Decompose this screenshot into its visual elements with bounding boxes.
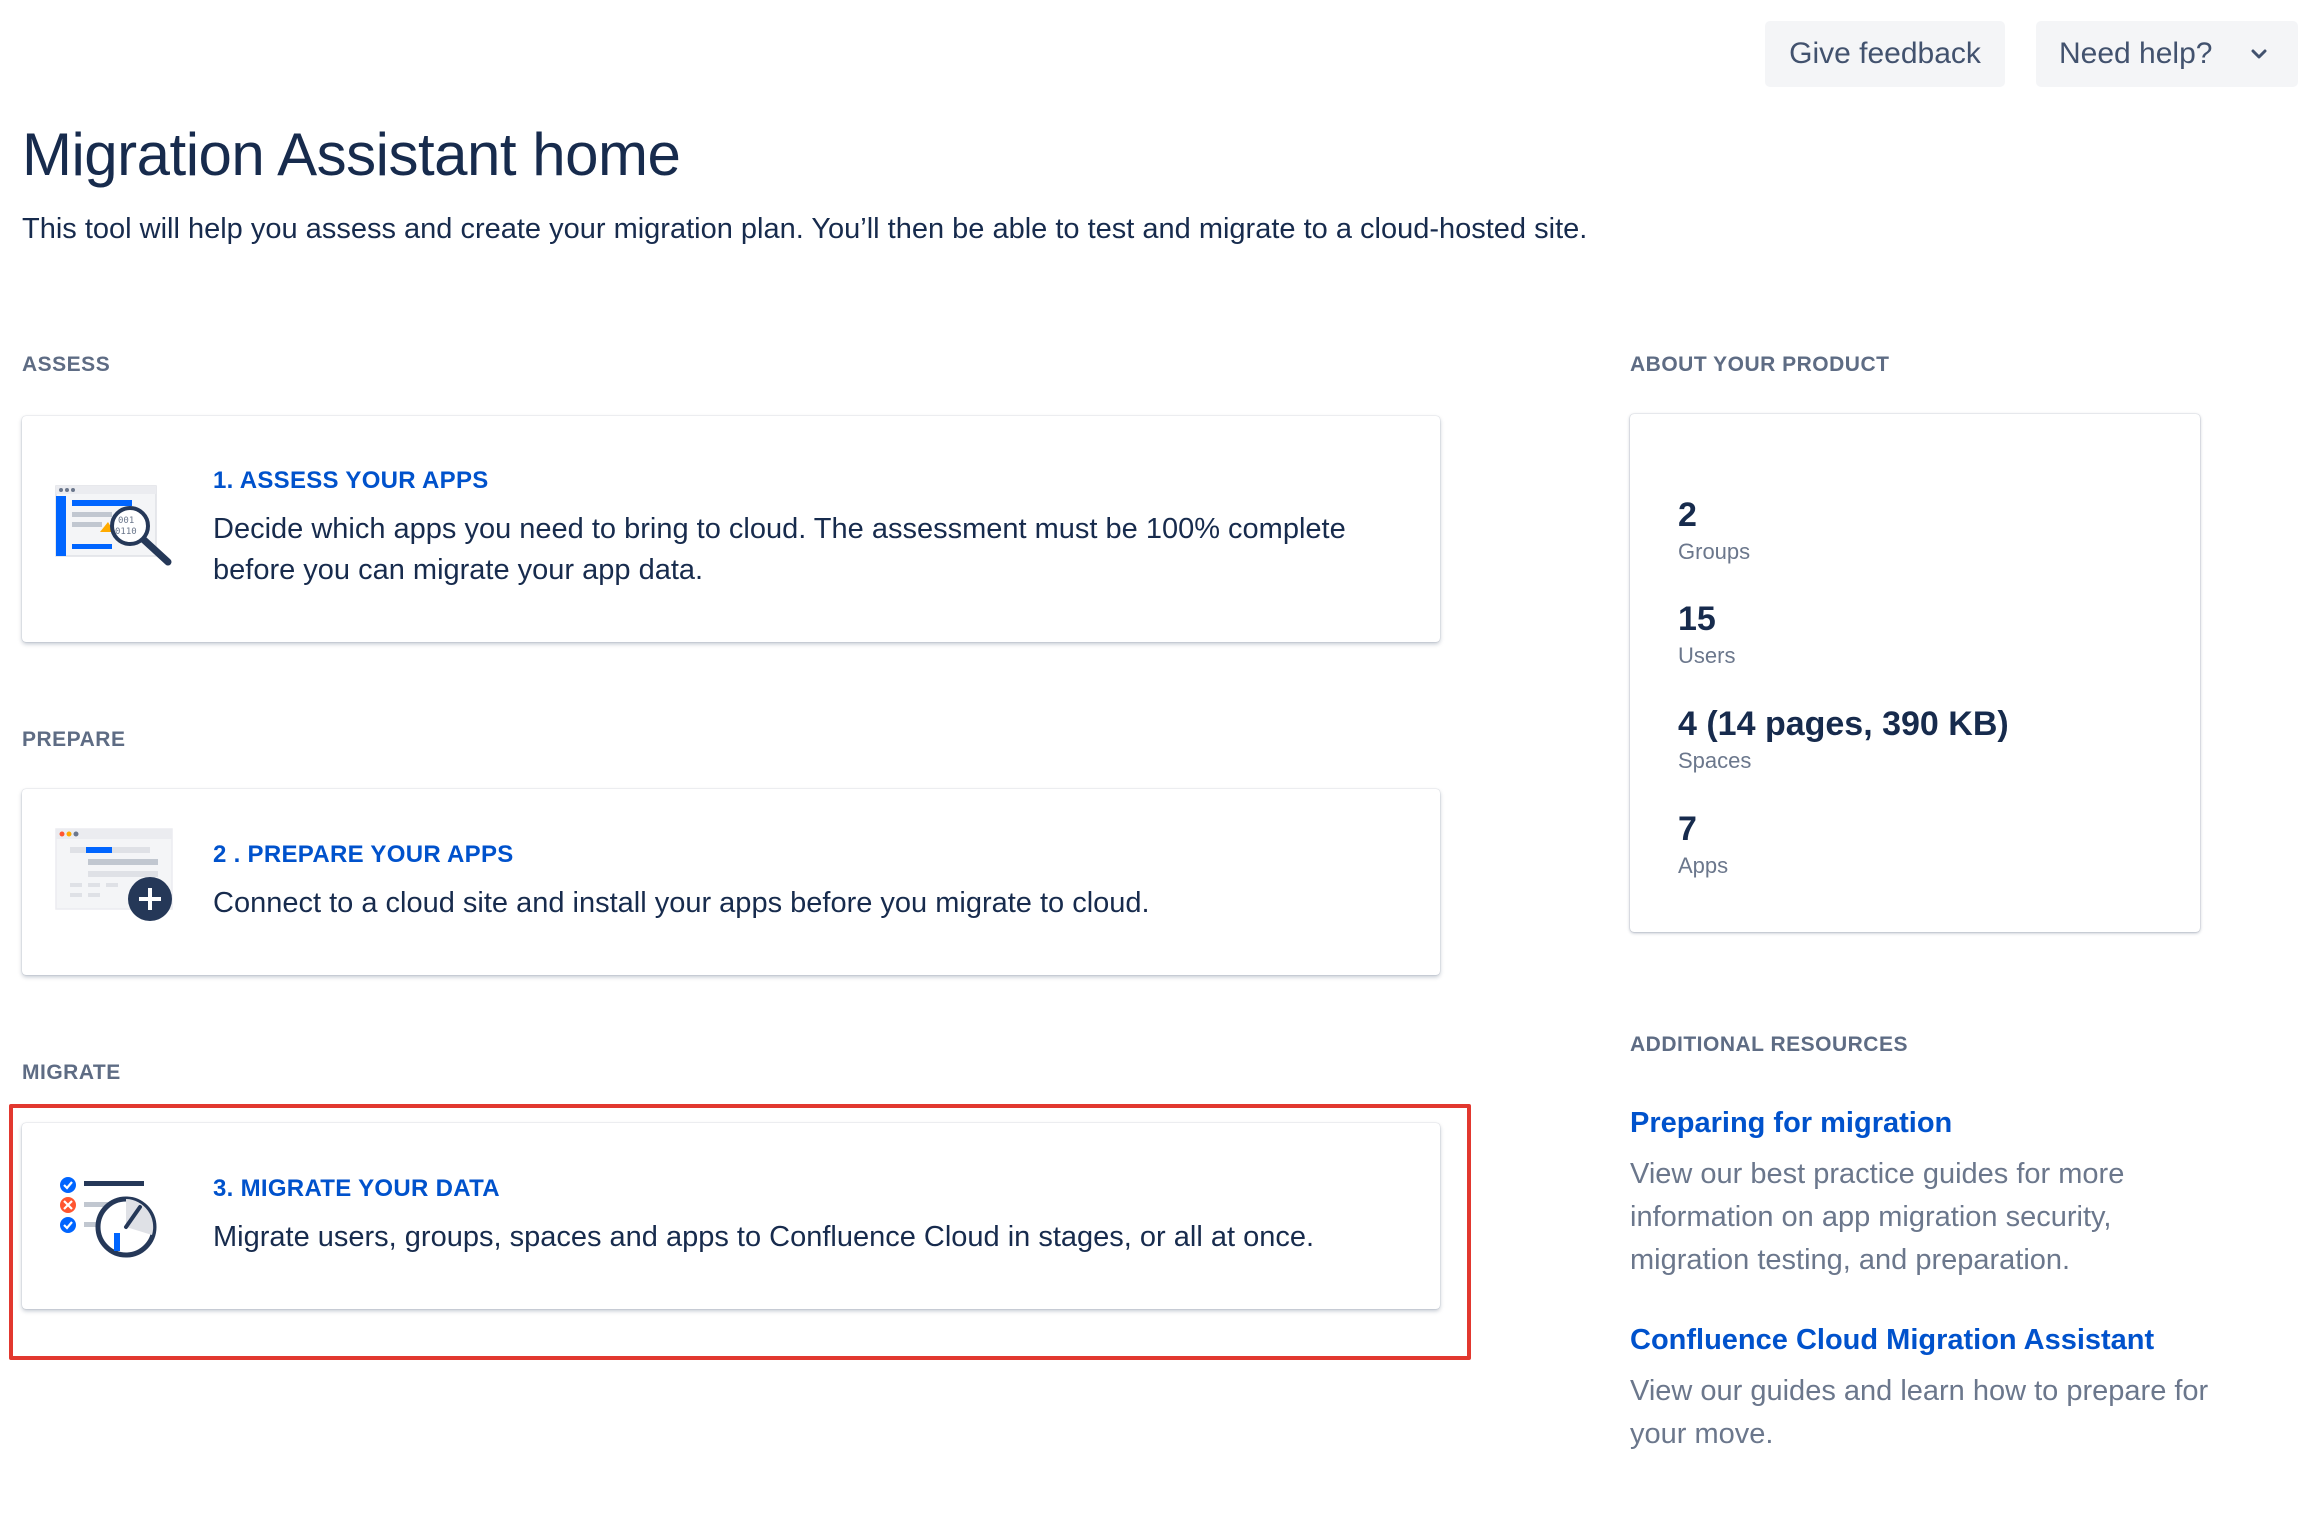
stat-value: 4 (14 pages, 390 KB) — [1678, 705, 2009, 743]
prepare-apps-illustration — [52, 825, 182, 930]
assess-apps-illustration: 001 0110 — [52, 482, 182, 577]
prepare-apps-card[interactable]: 2 . PREPARE YOUR APPS Connect to a cloud… — [22, 789, 1440, 975]
assess-apps-card-title[interactable]: 1. ASSESS YOUR APPS — [213, 467, 489, 495]
need-help-button[interactable]: Need help? — [2036, 21, 2298, 87]
svg-text:0110: 0110 — [115, 527, 137, 537]
additional-resources-label: ADDITIONAL RESOURCES — [1630, 1033, 1908, 1056]
stat-users: 15 Users — [1678, 600, 1735, 669]
give-feedback-button[interactable]: Give feedback — [1765, 21, 2005, 87]
migrate-data-card-title[interactable]: 3. MIGRATE YOUR DATA — [213, 1175, 500, 1203]
assess-apps-card-text: Decide which apps you need to bring to c… — [213, 513, 1346, 586]
cloud-migration-assistant-description: View our guides and learn how to prepare… — [1630, 1375, 2209, 1450]
migrate-section-label: MIGRATE — [22, 1061, 121, 1084]
migrate-data-illustration — [52, 1175, 162, 1270]
stat-value: 2 — [1678, 496, 1697, 534]
migrate-data-card[interactable]: 3. MIGRATE YOUR DATA Migrate users, grou… — [22, 1123, 1440, 1309]
preparing-for-migration-description: View our best practice guides for more i… — [1630, 1158, 2125, 1276]
assess-apps-card[interactable]: 001 0110 1. ASSESS YOUR APPS Decide whic… — [22, 416, 1440, 642]
need-help-label: Need help? — [2059, 37, 2213, 70]
top-actions: Give feedback Need help? — [1765, 21, 2298, 87]
chevron-down-icon — [2248, 43, 2270, 65]
cloud-migration-assistant-link[interactable]: Confluence Cloud Migration Assistant — [1630, 1324, 2154, 1357]
prepare-section-label: PREPARE — [22, 728, 126, 751]
stat-apps: 7 Apps — [1678, 810, 1728, 879]
prepare-apps-card-text: Connect to a cloud site and install your… — [213, 887, 1150, 919]
page-description: This tool will help you assess and creat… — [22, 213, 1588, 245]
preparing-for-migration-link[interactable]: Preparing for migration — [1630, 1107, 1952, 1140]
stat-spaces: 4 (14 pages, 390 KB) Spaces — [1678, 705, 2009, 774]
stat-label: Users — [1678, 643, 1736, 668]
stat-label: Groups — [1678, 539, 1751, 564]
migrate-data-card-text: Migrate users, groups, spaces and apps t… — [213, 1221, 1315, 1253]
product-stats-panel: 2 Groups 15 Users 4 (14 pages, 390 KB) S… — [1630, 414, 2200, 932]
stat-value: 7 — [1678, 810, 1697, 848]
assess-section-label: ASSESS — [22, 353, 111, 376]
prepare-apps-card-title[interactable]: 2 . PREPARE YOUR APPS — [213, 841, 514, 869]
stat-groups: 2 Groups — [1678, 496, 1750, 565]
svg-text:001: 001 — [118, 516, 134, 526]
stat-label: Apps — [1678, 853, 1729, 878]
about-product-label: ABOUT YOUR PRODUCT — [1630, 353, 1890, 376]
stat-label: Spaces — [1678, 748, 1752, 773]
page-title: Migration Assistant home — [22, 121, 681, 188]
stat-value: 15 — [1678, 600, 1716, 638]
